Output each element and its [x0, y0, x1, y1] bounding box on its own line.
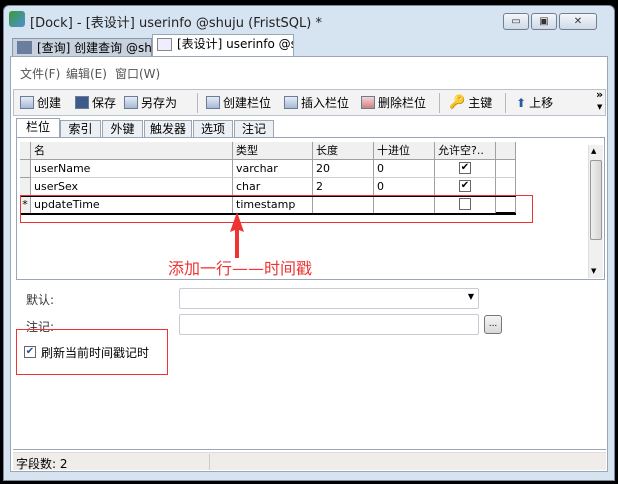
close-button[interactable]: ✕: [559, 13, 597, 30]
column-header[interactable]: 类型: [233, 142, 313, 160]
nullable-checkbox[interactable]: ✔: [459, 162, 471, 174]
column-header[interactable]: 长度: [313, 142, 374, 160]
browse-button[interactable]: ...: [484, 315, 502, 334]
cell-extra: [496, 160, 516, 178]
default-select[interactable]: ▼: [179, 288, 479, 309]
subtab-foreign-keys[interactable]: 外键: [102, 120, 143, 138]
annotation-text: 添加一行——时间戳: [168, 259, 313, 278]
label: 主键: [468, 96, 493, 110]
separator: [439, 93, 440, 113]
annotation-arrow-icon: [230, 212, 244, 258]
subtab-options[interactable]: 选项: [193, 120, 233, 138]
cell-type[interactable]: varchar: [233, 160, 313, 178]
tab-query[interactable]: [查询] 创建查询 @shuju...: [12, 38, 152, 56]
separator: [505, 93, 506, 113]
cell-length[interactable]: 2: [313, 178, 374, 196]
subtab-triggers[interactable]: 触发器: [144, 120, 192, 138]
column-header[interactable]: 允许空?..: [435, 142, 496, 160]
save-button[interactable]: 保存: [75, 94, 116, 111]
status-bar: 字段数: 2: [13, 452, 606, 471]
arrow-up-icon: ⬆: [516, 95, 527, 110]
menu-edit[interactable]: 编辑(E): [66, 65, 107, 82]
insert-field-button[interactable]: 插入栏位: [284, 94, 349, 111]
status-divider: [209, 454, 210, 470]
column-header-empty: [496, 142, 516, 160]
refresh-timestamp-label: 刷新当前时间戳记时: [41, 346, 150, 360]
label: 插入栏位: [301, 96, 350, 110]
cell-nullable: ✔: [435, 160, 496, 178]
cell-nullable: ✔: [435, 178, 496, 196]
nullable-checkbox[interactable]: ✔: [459, 180, 471, 192]
cell-length[interactable]: 20: [313, 160, 374, 178]
primary-key-button[interactable]: 🔑 主键: [449, 94, 492, 111]
subtab-indexes[interactable]: 索引: [60, 120, 101, 138]
label: 创建栏位: [223, 96, 272, 110]
tab-label: [查询] 创建查询 @shuju...: [37, 41, 152, 55]
move-up-button[interactable]: ⬆ 上移: [516, 94, 553, 111]
save-as-button[interactable]: 另存为: [124, 94, 177, 111]
cell-decimal[interactable]: 0: [374, 178, 435, 196]
cell-name[interactable]: userSex: [31, 178, 233, 196]
cell-decimal[interactable]: 0: [374, 160, 435, 178]
key-icon: 🔑: [449, 95, 466, 110]
create-button[interactable]: 创建: [20, 94, 61, 111]
subtab-comments[interactable]: 注记: [234, 120, 274, 138]
column-header[interactable]: 十进位: [374, 142, 435, 160]
scroll-up-icon[interactable]: ▲: [591, 147, 596, 155]
row-header-corner: [20, 142, 31, 160]
separator: [197, 93, 198, 113]
delete-grid-icon: [361, 96, 375, 109]
menu-file[interactable]: 文件(F): [20, 65, 60, 82]
tab-label: [表设计] userinfo @shuj...: [177, 37, 293, 51]
query-icon: [17, 41, 32, 54]
minimize-button[interactable]: ▭: [503, 13, 529, 30]
label: 创建: [37, 96, 62, 110]
label: 上移: [529, 96, 554, 110]
toolbar-overflow-button[interactable]: »: [596, 88, 603, 101]
menu-window[interactable]: 窗口(W): [115, 65, 160, 82]
chevron-down-icon: ▼: [467, 292, 474, 301]
label: 另存为: [141, 96, 178, 110]
label: 保存: [92, 96, 117, 110]
delete-field-button[interactable]: 删除栏位: [361, 94, 426, 111]
label: 删除栏位: [378, 96, 427, 110]
app-icon: [9, 11, 25, 27]
chevron-down-icon[interactable]: ▼: [597, 103, 602, 111]
default-label: 默认:: [26, 293, 55, 307]
save-as-icon: [124, 96, 138, 109]
maximize-button[interactable]: ▣: [531, 13, 557, 30]
field-count: 字段数: 2: [16, 457, 68, 471]
scrollbar-thumb[interactable]: [590, 160, 602, 240]
divider: [13, 449, 606, 450]
cell-type[interactable]: char: [233, 178, 313, 196]
scroll-down-icon[interactable]: ▼: [591, 267, 596, 275]
create-field-button[interactable]: 创建栏位: [206, 94, 271, 111]
create-icon: [20, 96, 34, 109]
cell-extra: [496, 178, 516, 196]
column-header[interactable]: 名: [31, 142, 233, 160]
row-marker[interactable]: [20, 160, 31, 178]
comment-input[interactable]: [179, 314, 479, 335]
refresh-timestamp-checkbox[interactable]: ✔: [24, 346, 36, 358]
table-design-icon: [157, 38, 172, 51]
tab-table-design[interactable]: [表设计] userinfo @shuj...: [152, 34, 294, 56]
window-title: [Dock] - [表设计] userinfo @shuju (FristSQL…: [30, 16, 322, 31]
save-icon: [75, 96, 89, 109]
row-marker[interactable]: [20, 178, 31, 196]
subtab-fields[interactable]: 栏位: [16, 118, 60, 138]
grid-icon: [206, 96, 220, 109]
cell-name[interactable]: userName: [31, 160, 233, 178]
highlight-box-new-row: [20, 195, 533, 223]
insert-grid-icon: [284, 96, 298, 109]
vertical-scrollbar[interactable]: ▲ ▼: [588, 145, 603, 278]
